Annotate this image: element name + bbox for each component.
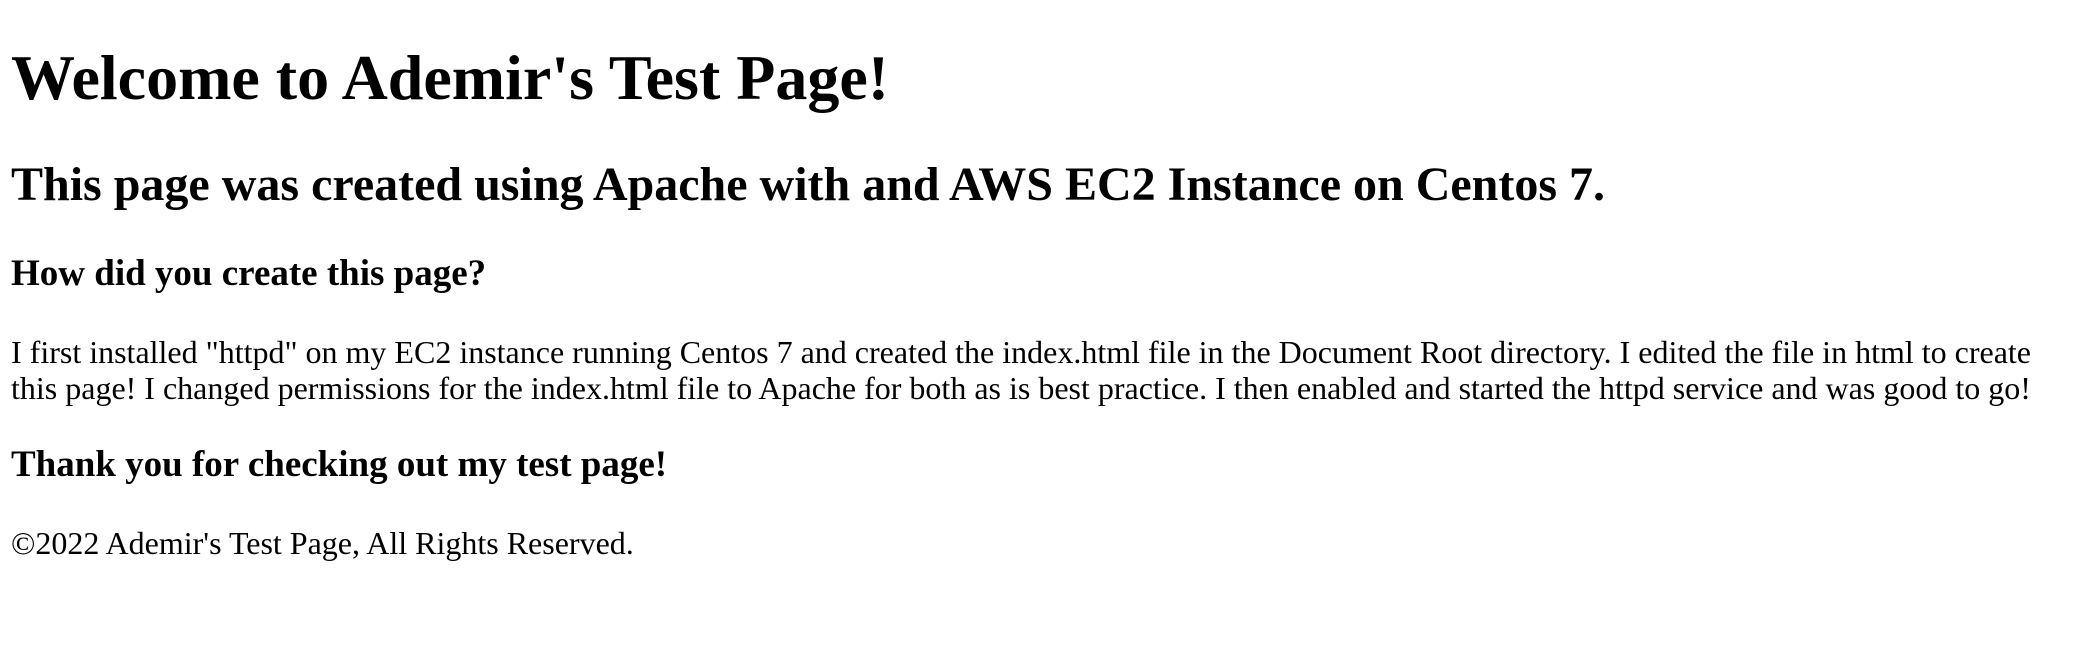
question-heading: How did you create this page?: [11, 253, 487, 294]
description-paragraph: I first installed "httpd" on my EC2 inst…: [11, 334, 2031, 406]
page-subtitle: This page was created using Apache with …: [11, 158, 1606, 211]
page-title: Welcome to Ademir's Test Page!: [11, 42, 890, 113]
thanks-heading: Thank you for checking out my test page!: [11, 444, 668, 485]
copyright-footer: ©2022 Ademir's Test Page, All Rights Res…: [11, 525, 634, 561]
